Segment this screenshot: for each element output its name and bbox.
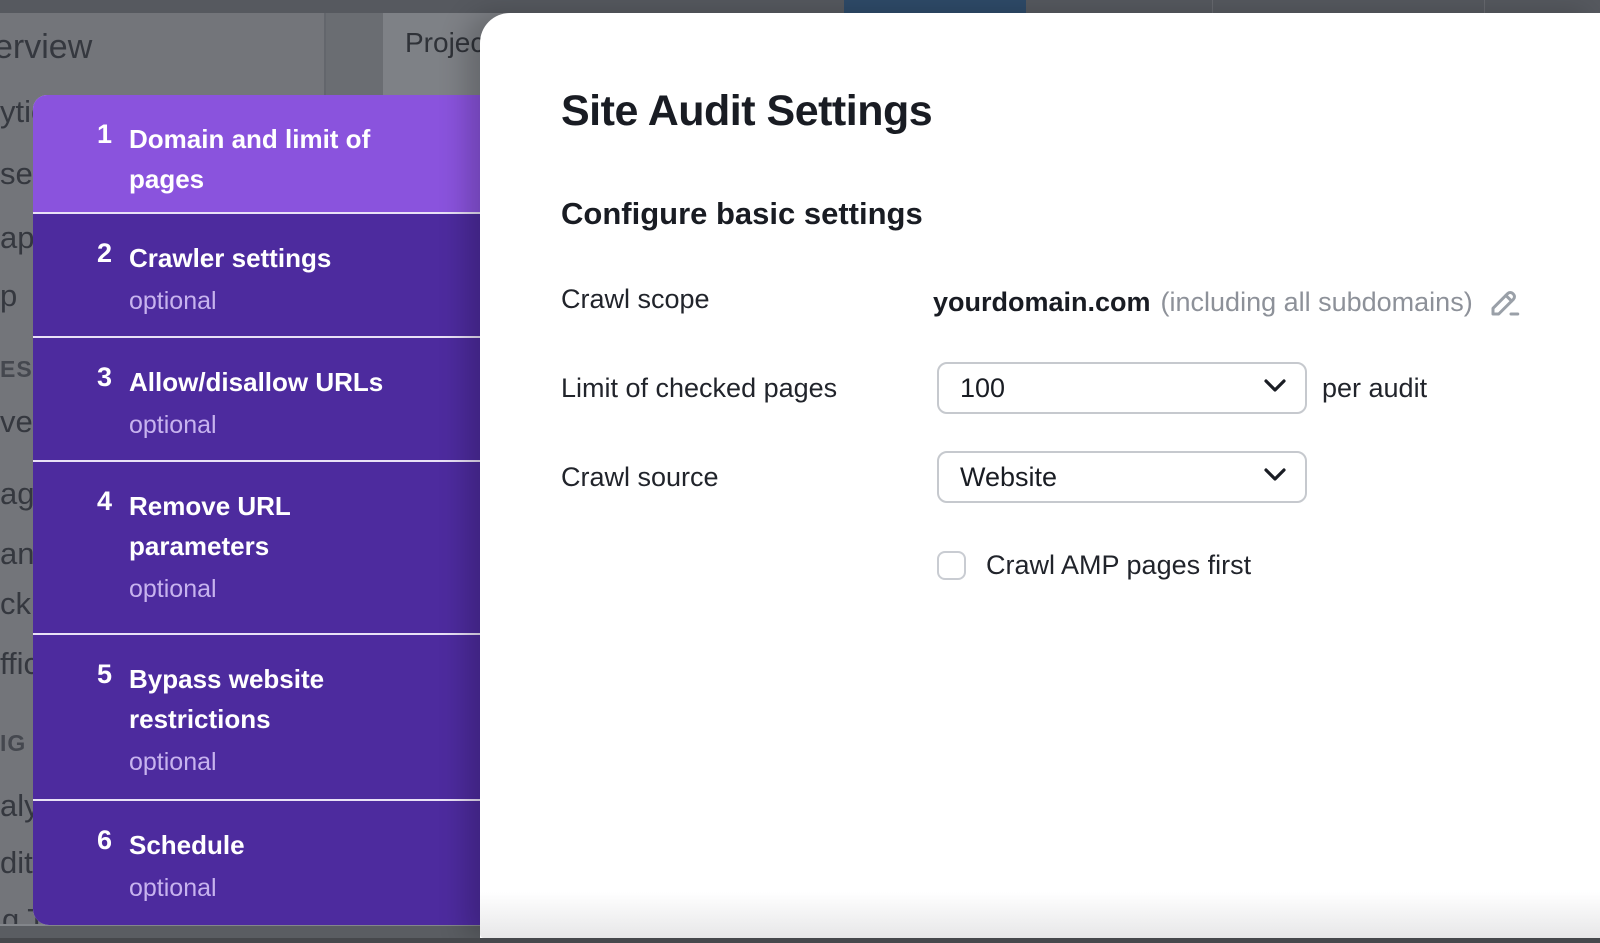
site-audit-settings-modal: Site Audit Settings Configure basic sett… <box>480 13 1600 938</box>
limit-of-pages-selected-value: 100 <box>960 373 1263 404</box>
crawl-source-selected-value: Website <box>960 462 1263 493</box>
wizard-steps-panel: 1 Domain and limit of pages 2 Crawler se… <box>33 95 480 925</box>
step-item-allow-disallow-urls[interactable]: 3 Allow/disallow URLs optional <box>33 338 480 460</box>
limit-of-pages-select[interactable]: 100 <box>937 362 1307 414</box>
per-audit-suffix: per audit <box>1322 373 1427 404</box>
limit-of-checked-pages-label: Limit of checked pages <box>561 373 837 404</box>
modal-bottom-scroll-fade <box>480 892 1600 938</box>
dimmed-top-nav-active-item <box>844 0 1026 13</box>
step-number: 2 <box>97 238 112 269</box>
bg-text-fragment: p <box>0 278 17 314</box>
top-nav-separator <box>1212 0 1213 13</box>
step-title: Bypass website restrictions <box>129 659 419 739</box>
edit-pencil-icon[interactable] <box>1487 284 1523 320</box>
step-title: Domain and limit of pages <box>129 119 419 199</box>
step-item-domain-and-limit[interactable]: 1 Domain and limit of pages <box>33 95 480 212</box>
step-number: 4 <box>97 486 112 517</box>
chevron-down-icon <box>1263 378 1287 398</box>
step-number: 3 <box>97 362 112 393</box>
step-title: Remove URL parameters <box>129 486 419 566</box>
step-title: Allow/disallow URLs <box>129 362 419 402</box>
step-optional-note: optional <box>129 747 419 777</box>
bg-text-fragment: erview <box>0 28 92 67</box>
modal-title: Site Audit Settings <box>561 87 932 136</box>
step-item-crawler-settings[interactable]: 2 Crawler settings optional <box>33 214 480 336</box>
crawl-scope-subdomains-note: (including all subdomains) <box>1161 287 1473 318</box>
step-optional-note: optional <box>129 286 419 316</box>
step-number: 5 <box>97 659 112 690</box>
chevron-down-icon <box>1263 467 1287 487</box>
screen: RESEARCH erview ytic sea ap p ESE ver ag… <box>0 0 1600 943</box>
dimmed-bottom-edge <box>0 938 1600 943</box>
crawl-source-label: Crawl source <box>561 462 719 493</box>
bg-text-fragment: dit <box>0 845 33 881</box>
step-number: 6 <box>97 825 112 856</box>
crawl-scope-value-row: yourdomain.com (including all subdomains… <box>933 284 1523 320</box>
projects-tab-label: Projec <box>405 27 484 59</box>
crawl-scope-domain: yourdomain.com <box>933 287 1151 318</box>
dimmed-top-nav <box>0 0 1600 13</box>
step-item-remove-url-parameters[interactable]: 4 Remove URL parameters optional <box>33 462 480 633</box>
bg-text-fragment: IG <box>0 730 26 757</box>
crawl-amp-checkbox[interactable] <box>937 551 966 580</box>
top-nav-separator <box>1484 0 1485 13</box>
crawl-amp-checkbox-row[interactable]: Crawl AMP pages first <box>937 550 1251 581</box>
step-title: Crawler settings <box>129 238 419 278</box>
bg-text-fragment: ck <box>0 586 31 622</box>
crawl-source-select[interactable]: Website <box>937 451 1307 503</box>
section-title: Configure basic settings <box>561 196 923 232</box>
bg-text-fragment: ap <box>0 220 34 256</box>
step-optional-note: optional <box>129 410 419 440</box>
step-number: 1 <box>97 119 112 150</box>
step-item-bypass-website-restrictions[interactable]: 5 Bypass website restrictions optional <box>33 635 480 799</box>
crawl-scope-label: Crawl scope <box>561 284 710 315</box>
crawl-amp-label: Crawl AMP pages first <box>986 550 1251 581</box>
step-optional-note: optional <box>129 873 419 903</box>
step-title: Schedule <box>129 825 419 865</box>
step-optional-note: optional <box>129 574 419 604</box>
step-item-schedule[interactable]: 6 Schedule optional <box>33 801 480 925</box>
